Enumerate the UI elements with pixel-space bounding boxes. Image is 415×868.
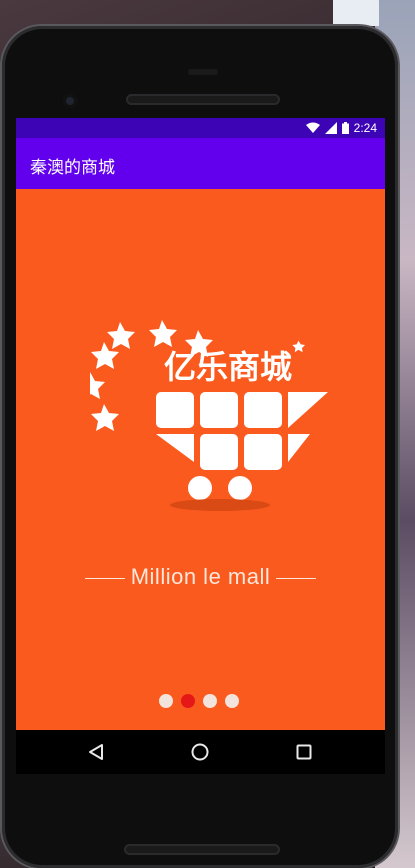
divider-right [276,577,317,579]
mall-logo: 亿乐商城 [90,320,328,511]
star-icon [149,320,177,347]
star-icon [292,340,305,353]
status-icons: 2:24 [305,121,377,135]
status-bar: 2:24 [16,118,385,138]
signal-icon [324,122,337,134]
front-camera [63,94,77,108]
tagline-text: Million le mall [130,564,271,589]
navigation-bar [16,730,385,774]
phone-screen: 2:24 秦澳的商城 亿乐商城 Million le mall [16,118,385,730]
star-icon [90,372,105,399]
desktop-app-icon [333,0,379,26]
bottom-speaker [124,844,280,855]
earpiece-speaker [126,94,280,105]
page-indicator [159,694,239,708]
back-icon [89,744,103,760]
home-button[interactable] [186,738,214,766]
star-icon [91,404,119,431]
page-dot[interactable] [225,694,239,708]
recents-icon [296,744,312,760]
battery-icon [341,122,349,134]
sensor [188,69,218,75]
wifi-icon [305,122,320,133]
page-dot[interactable] [203,694,217,708]
logo-text: 亿乐商城 [164,348,292,386]
page-dot[interactable] [159,694,173,708]
back-button[interactable] [82,738,110,766]
divider-left [84,577,125,579]
star-icon [107,322,135,349]
status-time: 2:24 [353,121,377,135]
app-title: 秦澳的商城 [30,158,115,178]
tagline: Million le mall [16,564,385,590]
app-bar: 秦澳的商城 [16,138,385,189]
page-dot-active[interactable] [181,694,195,708]
recents-button[interactable] [290,738,318,766]
home-icon [191,743,209,761]
